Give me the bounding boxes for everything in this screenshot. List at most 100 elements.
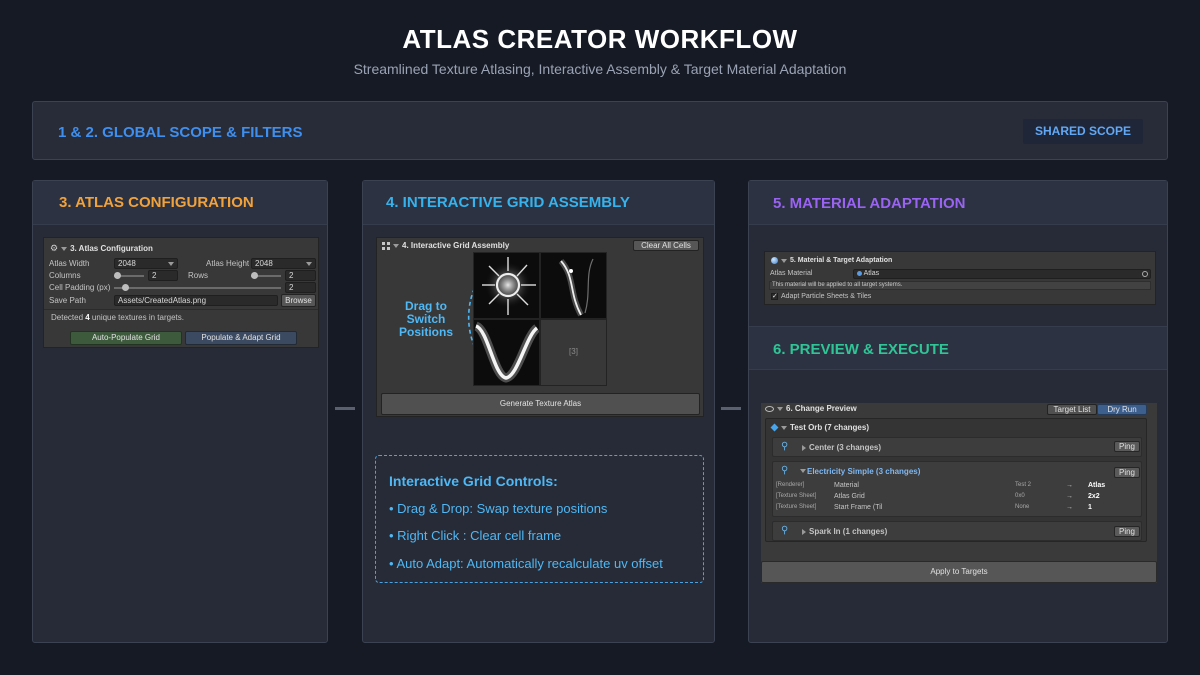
rows-slider[interactable] <box>251 272 281 280</box>
rows-slider-knob[interactable] <box>251 272 258 279</box>
change-preview-inspector: 6. Change Preview Target List Dry Run Te… <box>761 403 1157 583</box>
grid-control-item: • Drag & Drop: Swap texture positions <box>389 501 608 516</box>
detected-textures-text: Detected 4 unique textures in targets. <box>51 313 184 322</box>
atlas-height-label: Atlas Height <box>206 259 250 268</box>
tab-target-list[interactable]: Target List <box>1047 404 1097 415</box>
atlas-config-header: 3. ATLAS CONFIGURATION <box>33 181 327 225</box>
cell-padding-slider-knob[interactable] <box>122 284 129 291</box>
grid-icon <box>382 241 390 250</box>
preview-item-electricity[interactable]: ⚲ Electricity Simple (3 changes) Ping [R… <box>772 461 1142 517</box>
page-title: ATLAS CREATOR WORKFLOW <box>402 24 798 54</box>
change-type: [Texture Sheet] <box>776 493 817 499</box>
grid-cell-0[interactable] <box>474 253 539 318</box>
change-property: Atlas Grid <box>834 493 865 500</box>
global-scope-panel: 1 & 2. GLOBAL SCOPE & FILTERS SHARED SCO… <box>32 101 1168 160</box>
generate-texture-atlas-button[interactable]: Generate Texture Atlas <box>381 393 700 415</box>
material-preview-panel: 5. MATERIAL ADAPTATION 5. Material & Tar… <box>748 180 1168 643</box>
atlas-height-value: 2048 <box>255 259 273 268</box>
chevron-down-icon <box>800 469 806 473</box>
cell-padding-slider-track <box>114 287 281 289</box>
change-from: 0x0 <box>1015 493 1025 499</box>
tab-dry-run[interactable]: Dry Run <box>1097 404 1147 415</box>
particle-system-icon: ⚲ <box>781 465 789 476</box>
atlas-width-label: Atlas Width <box>49 259 90 268</box>
particle-system-icon: ⚲ <box>781 441 789 452</box>
atlas-width-value: 2048 <box>118 259 136 268</box>
electricity-spark <box>569 269 573 273</box>
adapt-toggle[interactable]: ✓ Adapt Particle Sheets & Tiles <box>771 293 871 300</box>
ping-button[interactable]: Ping <box>1114 467 1140 478</box>
grid-assembly-panel: 4. INTERACTIVE GRID ASSEMBLY 4. Interact… <box>362 180 715 643</box>
preview-item-center[interactable]: ⚲ Center (3 changes) Ping <box>772 437 1142 457</box>
preview-tree: Test Orb (7 changes) ⚲ Center (3 changes… <box>765 418 1147 542</box>
cell-padding-label: Cell Padding (px) <box>49 283 111 292</box>
particle-system-icon: ⚲ <box>781 525 789 536</box>
material-info-box: This material will be applied to all tar… <box>769 281 1151 290</box>
adapt-toggle-checkbox[interactable]: ✓ <box>771 293 778 300</box>
rows-field[interactable]: 2 <box>285 270 316 281</box>
connector-3-4 <box>335 407 355 410</box>
atlas-config-section-header[interactable]: ⚙ 3. Atlas Configuration <box>50 243 153 254</box>
wave-glow <box>474 321 539 383</box>
preview-execute-title: 6. PREVIEW & EXECUTE <box>773 341 949 358</box>
cell-padding-slider[interactable] <box>114 284 281 292</box>
material-sphere-icon <box>771 257 778 264</box>
chevron-right-icon <box>802 529 806 535</box>
columns-slider[interactable] <box>114 272 144 280</box>
object-picker-icon[interactable] <box>1142 271 1148 277</box>
atlas-material-field[interactable]: Atlas <box>853 269 1151 279</box>
grid-cell-1[interactable] <box>541 253 606 318</box>
save-path-field[interactable]: Assets/CreatedAtlas.png <box>114 295 278 306</box>
grid-cell-2[interactable] <box>474 320 539 385</box>
columns-field[interactable]: 2 <box>148 270 178 281</box>
browse-button[interactable]: Browse <box>281 294 316 307</box>
material-inspector: 5. Material & Target Adaptation Atlas Ma… <box>764 251 1156 305</box>
global-scope-title: 1 & 2. GLOBAL SCOPE & FILTERS <box>58 124 303 141</box>
clear-all-cells-button[interactable]: Clear All Cells <box>633 240 699 251</box>
change-preview-section-header[interactable]: 6. Change Preview <box>765 404 857 413</box>
cell-padding-field[interactable]: 2 <box>285 282 316 293</box>
change-arrow: → <box>1066 504 1073 511</box>
material-header: 5. MATERIAL ADAPTATION <box>749 181 1167 225</box>
ping-button[interactable]: Ping <box>1114 441 1140 452</box>
empty-cell-label: [3] <box>569 347 578 356</box>
chevron-down-icon <box>393 243 399 248</box>
change-row: [Texture Sheet] Start Frame (Til None → … <box>776 504 1136 514</box>
material-section-header[interactable]: 5. Material & Target Adaptation <box>771 257 892 264</box>
grid-assembly-inspector: 4. Interactive Grid Assembly Clear All C… <box>376 237 704 417</box>
preview-item-label: Spark In (1 changes) <box>809 527 888 536</box>
detected-prefix: Detected <box>51 313 86 322</box>
rows-label: Rows <box>188 271 209 280</box>
atlas-material-label: Atlas Material <box>770 270 813 277</box>
cube-icon <box>770 423 779 432</box>
change-from: None <box>1015 504 1030 510</box>
atlas-height-dropdown[interactable]: 2048 <box>251 258 316 269</box>
populate-adapt-grid-button[interactable]: Populate & Adapt Grid <box>185 331 297 345</box>
page-subtitle: Streamlined Texture Atlasing, Interactiv… <box>353 61 847 77</box>
columns-slider-knob[interactable] <box>114 272 121 279</box>
grid-cell-3[interactable]: [3] <box>541 320 606 385</box>
material-sphere-icon <box>857 270 862 276</box>
atlas-width-dropdown[interactable]: 2048 <box>114 258 178 269</box>
preview-item-spark-in[interactable]: ⚲ Spark In (1 changes) Ping <box>772 521 1142 541</box>
preview-item-label: Electricity Simple (3 changes) <box>807 467 921 476</box>
shared-scope-badge: SHARED SCOPE <box>1023 119 1143 144</box>
auto-populate-grid-button[interactable]: Auto-Populate Grid <box>70 331 182 345</box>
change-arrow: → <box>1066 493 1073 500</box>
chevron-down-icon <box>168 262 174 266</box>
grid-control-item: • Right Click : Clear cell frame <box>389 528 562 543</box>
detected-suffix: unique textures in targets. <box>89 313 184 322</box>
change-to: 2x2 <box>1088 493 1100 500</box>
chevron-down-icon <box>61 246 68 251</box>
preview-root-item[interactable]: Test Orb (7 changes) <box>770 423 869 432</box>
change-type: [Texture Sheet] <box>776 504 817 510</box>
change-property: Material <box>834 482 859 489</box>
material-adaptation-title: 5. MATERIAL ADAPTATION <box>773 195 966 212</box>
grid-assembly-section-header[interactable]: 4. Interactive Grid Assembly <box>382 241 509 250</box>
eye-icon <box>765 405 774 412</box>
change-row: [Texture Sheet] Atlas Grid 0x0 → 2x2 <box>776 493 1136 503</box>
orb-texture <box>482 257 536 315</box>
gear-icon: ⚙ <box>50 243 59 253</box>
ping-button[interactable]: Ping <box>1114 526 1140 537</box>
apply-to-targets-button[interactable]: Apply to Targets <box>761 561 1157 583</box>
